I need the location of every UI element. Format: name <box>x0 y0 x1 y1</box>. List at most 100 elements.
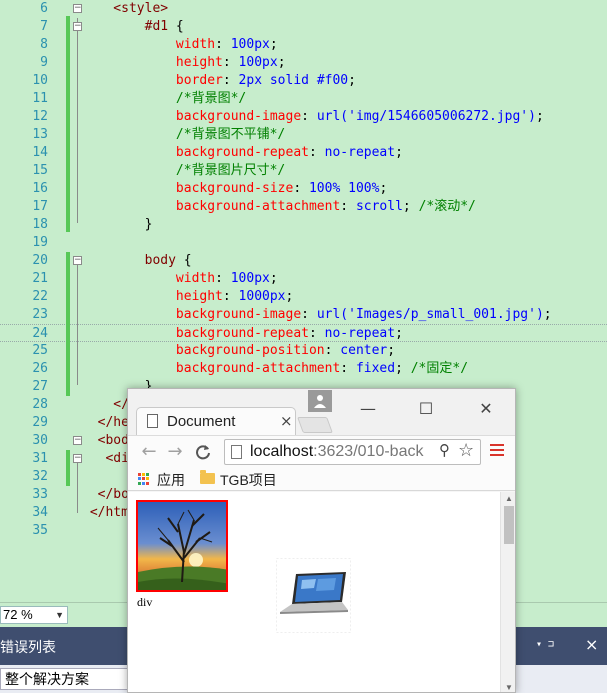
browser-titlebar[interactable]: Document × — ☐ ✕ <box>128 389 515 435</box>
address-bar[interactable]: localhost:3623/010-back ⚲ ☆ <box>224 439 481 465</box>
code-text: height: 1000px; <box>82 289 294 304</box>
scrollbar-thumb[interactable] <box>504 506 514 544</box>
line-number: 12 <box>32 109 48 124</box>
code-text: body { <box>82 253 192 268</box>
line-number: 23 <box>32 307 48 322</box>
page-viewport[interactable]: div <box>128 492 500 692</box>
minimize-button[interactable]: — <box>356 397 380 421</box>
bookmarks-bar: 应用 TGB项目 <box>128 467 515 491</box>
line-number: 17 <box>32 199 48 214</box>
line-number: 22 <box>32 289 48 304</box>
code-line: 12 background-image: url('img/1546605006… <box>0 108 607 126</box>
line-number: 10 <box>32 73 48 88</box>
code-text: </ <box>82 397 129 412</box>
line-number: 26 <box>32 361 48 376</box>
scroll-down-icon[interactable]: ▼ <box>505 683 513 692</box>
line-number: 20 <box>32 253 48 268</box>
tab-document[interactable]: Document × <box>136 407 296 435</box>
new-tab-button[interactable] <box>297 417 333 433</box>
code-text: background-size: 100% 100%; <box>82 181 388 196</box>
browser-window: Document × — ☐ ✕ ← → localhost:3623/010-… <box>127 388 516 693</box>
fold-toggle-icon[interactable]: − <box>73 454 82 463</box>
close-window-button[interactable]: ✕ <box>474 397 498 421</box>
code-text: height: 100px; <box>82 55 286 70</box>
line-number: 31 <box>32 451 48 466</box>
fold-toggle-icon[interactable]: − <box>73 436 82 445</box>
line-number: 29 <box>32 415 48 430</box>
code-line: 23 background-image: url('Images/p_small… <box>0 306 607 324</box>
div-label: div <box>137 595 153 609</box>
line-number: 32 <box>32 469 48 484</box>
fold-guide <box>77 265 78 385</box>
panel-pin-icon[interactable]: ▾ ⊐ <box>536 639 554 650</box>
zoom-magnifier-icon[interactable]: ⚲ <box>439 441 450 459</box>
line-number: 14 <box>32 145 48 160</box>
line-number: 9 <box>40 55 48 70</box>
line-number: 30 <box>32 433 48 448</box>
back-button[interactable]: ← <box>138 440 160 464</box>
code-line: 18 } <box>0 216 607 234</box>
error-scope-select[interactable]: 整个解决方案 <box>0 668 148 690</box>
panel-close-icon[interactable]: × <box>585 635 598 654</box>
line-number: 11 <box>32 91 48 106</box>
code-line: 25 background-position: center; <box>0 342 607 360</box>
tab-close-icon[interactable]: × <box>280 412 293 430</box>
line-number: 21 <box>32 271 48 286</box>
tab-title: Document <box>167 413 236 430</box>
line-number: 15 <box>32 163 48 178</box>
code-line: 26 background-attachment: fixed; /*固定*/ <box>0 360 607 378</box>
changed-lines-marker <box>66 450 70 486</box>
apps-grid-icon[interactable] <box>138 473 150 485</box>
code-text: background-position: center; <box>82 343 396 358</box>
url-text: localhost:3623/010-back <box>250 443 424 460</box>
error-list-title: 错误列表 <box>0 639 56 655</box>
page-icon <box>147 414 158 428</box>
code-line: 16 background-size: 100% 100%; <box>0 180 607 198</box>
code-line: 7 #d1 { <box>0 18 607 36</box>
code-line: 10 border: 2px solid #f00; <box>0 72 607 90</box>
fold-toggle-icon[interactable]: − <box>73 22 82 31</box>
bookmark-folder-tgb[interactable]: TGB项目 <box>220 470 277 490</box>
code-line: 6 <style> <box>0 0 607 18</box>
maximize-button[interactable]: ☐ <box>414 397 438 421</box>
code-text: background-image: url('Images/p_small_00… <box>82 307 552 322</box>
code-text: background-attachment: scroll; /*滚动*/ <box>82 199 476 214</box>
code-text: #d1 { <box>82 19 184 34</box>
user-profile-icon[interactable] <box>308 390 332 412</box>
code-text: /*背景图片尺寸*/ <box>82 163 286 178</box>
bookmark-star-icon[interactable]: ☆ <box>458 440 474 461</box>
forward-button[interactable]: → <box>164 440 186 464</box>
code-text: width: 100px; <box>82 37 278 52</box>
code-line: 22 height: 1000px; <box>0 288 607 306</box>
changed-lines-marker <box>66 16 70 232</box>
code-line: 13 /*背景图不平铺*/ <box>0 126 607 144</box>
code-line: 11 /*背景图*/ <box>0 90 607 108</box>
code-text: background-repeat: no-repeat; <box>82 145 403 160</box>
folder-icon <box>200 470 215 484</box>
line-number: 7 <box>40 19 48 34</box>
line-number: 33 <box>32 487 48 502</box>
zoom-level-value: 72 % <box>3 607 33 622</box>
line-number: 34 <box>32 505 48 520</box>
scroll-up-icon[interactable]: ▲ <box>505 494 513 503</box>
line-number: 18 <box>32 217 48 232</box>
line-number: 13 <box>32 127 48 142</box>
page-scrollbar[interactable]: ▲ ▼ <box>500 492 515 692</box>
code-line: 14 background-repeat: no-repeat; <box>0 144 607 162</box>
fold-toggle-icon[interactable]: − <box>73 4 82 13</box>
code-line: 19 <box>0 234 607 252</box>
zoom-level-select[interactable]: 72 % ▼ <box>0 606 68 624</box>
line-number: 27 <box>32 379 48 394</box>
fold-guide <box>77 463 78 513</box>
code-line: 17 background-attachment: scroll; /*滚动*/ <box>0 198 607 216</box>
bookmark-apps[interactable]: 应用 <box>157 470 185 490</box>
reload-button[interactable] <box>192 440 214 464</box>
chevron-down-icon: ▼ <box>55 610 64 620</box>
code-line: 24 background-repeat: no-repeat; <box>0 324 607 342</box>
code-text: } <box>82 217 153 232</box>
laptop-background-image <box>276 558 351 633</box>
line-number: 24 <box>32 326 48 341</box>
browser-menu-icon[interactable] <box>490 444 504 458</box>
fold-toggle-icon[interactable]: − <box>73 256 82 265</box>
code-text: border: 2px solid #f00; <box>82 73 356 88</box>
